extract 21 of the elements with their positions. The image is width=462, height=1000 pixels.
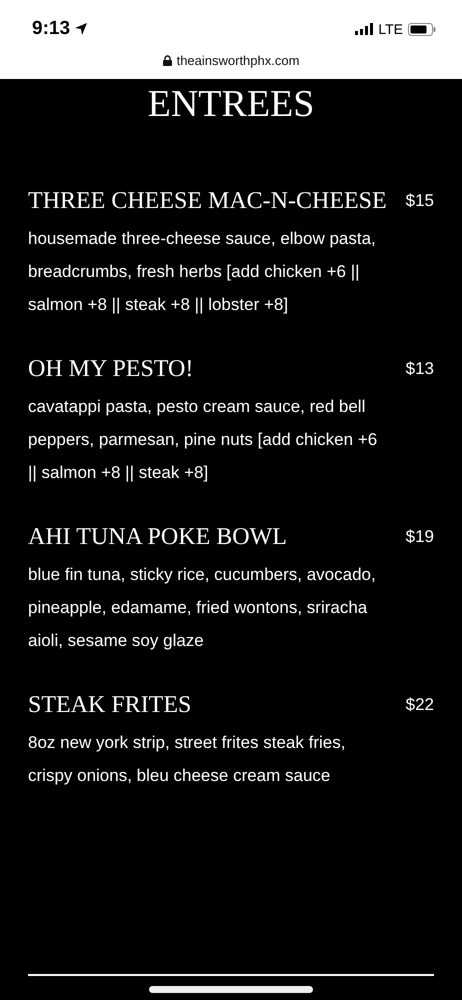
dish-description: blue fin tuna, sticky rice, cucumbers, avocado, pineapple, edamame, fried wontons, sriracha aioli, sesame soy glaze (28, 564, 377, 652)
dish-price: $22 (406, 695, 434, 715)
dish-name: OH MY PESTO! (28, 355, 194, 384)
section-title: ENTREES (146, 82, 316, 126)
dish-name: AHI TUNA POKE BOWL (28, 523, 287, 552)
battery-icon (408, 22, 436, 36)
lock-icon (162, 55, 172, 66)
dish-price: $13 (406, 359, 434, 379)
dish-price: $19 (406, 527, 434, 547)
home-indicator[interactable] (149, 986, 313, 993)
url-text[interactable]: theainsworthphx.com (176, 53, 300, 68)
location-arrow-icon (74, 22, 88, 36)
dish-price: $15 (406, 191, 434, 211)
signal-icon (355, 23, 374, 35)
dish-description: housemade three-cheese sauce, elbow pasta, breadcrumbs, fresh herbs [add chicken +6 || salmon +8 || steak +8 || lobster +8] (28, 228, 377, 316)
status-time: 9:13 (32, 18, 70, 40)
dish-description: cavatappi pasta, pesto cream sauce, red bell peppers, parmesan, pine nuts [add chicken +6 || salmon +8 || steak +8] (28, 396, 378, 484)
dish-description: 8oz new york strip, street frites steak fries, crispy onions, bleu cheese cream sauce (28, 732, 346, 787)
dish-name: STEAK FRITES (28, 691, 192, 720)
dish-name: THREE CHEESE MAC-N-CHEESE (28, 187, 387, 216)
network-type: LTE (378, 21, 403, 37)
